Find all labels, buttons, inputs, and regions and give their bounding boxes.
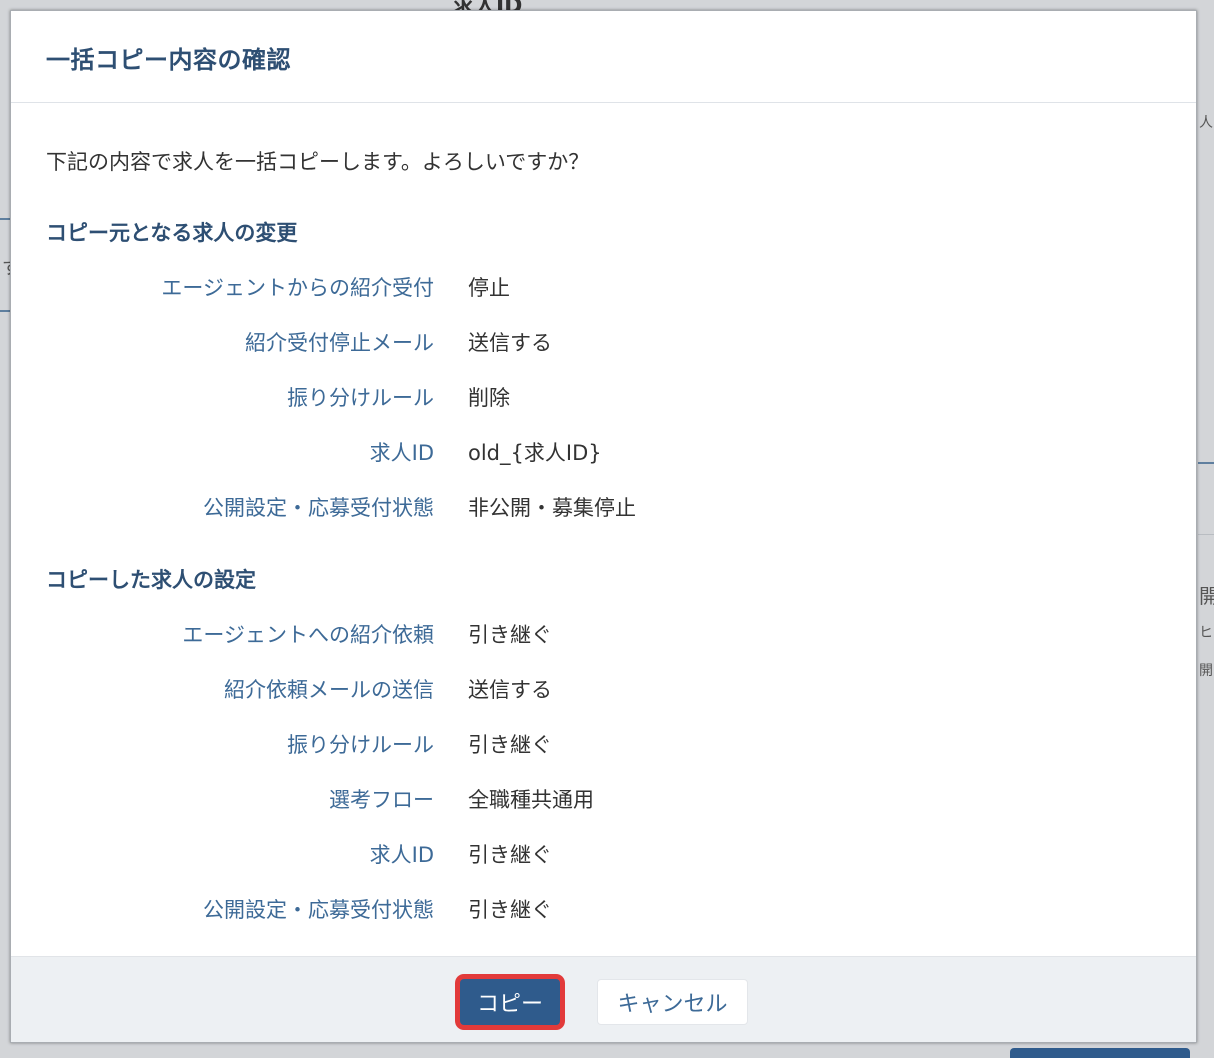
cancel-button[interactable]: キャンセル: [597, 979, 748, 1025]
setting-label: エージェントへの紹介依頼: [182, 623, 434, 647]
settings-row: 振り分けルール 引き継ぐ: [11, 729, 1011, 759]
settings-row: エージェントへの紹介依頼 引き継ぐ: [11, 619, 1011, 649]
dialog-footer: コピー キャンセル: [11, 956, 1196, 1042]
bg-tab-indicator: [1010, 1048, 1190, 1058]
setting-label: 求人ID: [369, 441, 434, 465]
settings-row: 紹介依頼メールの送信 送信する: [11, 674, 1011, 704]
settings-row: 紹介受付停止メール 送信する: [11, 327, 1011, 357]
bg-text-fragment: 開: [1199, 584, 1214, 608]
settings-row: 公開設定・応募受付状態 引き継ぐ: [11, 894, 1011, 924]
setting-label: 振り分けルール: [287, 733, 434, 757]
dialog-title: 一括コピー内容の確認: [46, 46, 291, 74]
setting-value: 全職種共通用: [468, 788, 594, 812]
bg-text-fragment: 開: [1199, 663, 1213, 679]
section-title-source-job: コピー元となる求人の変更: [46, 221, 298, 245]
setting-value: 非公開・募集停止: [468, 496, 636, 520]
bg-text-fragment: 人: [1199, 115, 1213, 131]
setting-value: 停止: [468, 276, 510, 300]
copy-button[interactable]: コピー: [460, 979, 560, 1025]
setting-label: 振り分けルール: [287, 386, 434, 410]
setting-label: 選考フロー: [329, 788, 434, 812]
setting-label: エージェントからの紹介受付: [161, 276, 434, 300]
setting-value: 引き継ぐ: [468, 733, 552, 757]
setting-value: 引き継ぐ: [468, 898, 552, 922]
setting-value: 送信する: [468, 678, 552, 702]
setting-value: old_{求人ID}: [468, 441, 602, 465]
bg-divider: [1198, 462, 1214, 464]
bg-text-fragment: ヒ: [1199, 625, 1213, 641]
setting-value: 削除: [468, 386, 510, 410]
confirm-dialog: 一括コピー内容の確認 下記の内容で求人を一括コピーします。よろしいですか？ コピ…: [10, 10, 1197, 1043]
setting-label: 紹介依頼メールの送信: [224, 678, 434, 702]
confirm-message: 下記の内容で求人を一括コピーします。よろしいですか？: [46, 150, 590, 174]
settings-row: 公開設定・応募受付状態 非公開・募集停止: [11, 492, 1011, 522]
bg-divider: [1198, 534, 1214, 535]
bg-divider: [0, 310, 10, 312]
setting-label: 公開設定・応募受付状態: [203, 898, 434, 922]
settings-row: 求人ID old_{求人ID}: [11, 437, 1011, 467]
section-title-copied-job: コピーした求人の設定: [46, 568, 256, 592]
settings-row: エージェントからの紹介受付 停止: [11, 272, 1011, 302]
dialog-header: 一括コピー内容の確認: [11, 11, 1196, 103]
setting-label: 紹介受付停止メール: [245, 331, 434, 355]
settings-row: 求人ID 引き継ぐ: [11, 839, 1011, 869]
setting-value: 引き継ぐ: [468, 843, 552, 867]
settings-row: 選考フロー 全職種共通用: [11, 784, 1011, 814]
setting-label: 求人ID: [369, 843, 434, 867]
bg-divider: [0, 218, 10, 220]
setting-value: 引き継ぐ: [468, 623, 552, 647]
settings-row: 振り分けルール 削除: [11, 382, 1011, 412]
setting-value: 送信する: [468, 331, 552, 355]
setting-label: 公開設定・応募受付状態: [203, 496, 434, 520]
